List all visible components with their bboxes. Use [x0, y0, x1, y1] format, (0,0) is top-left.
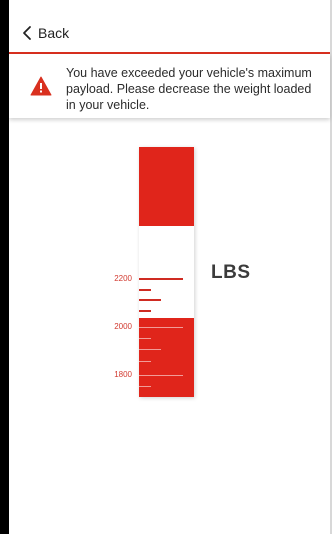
- gauge-tick-medium: [139, 299, 161, 301]
- gauge-tick-minor: [139, 289, 151, 291]
- gauge-tick-minor: [139, 361, 151, 362]
- gauge-over-limit-fill: [139, 147, 194, 226]
- obscured-subtitle: [30, 117, 230, 125]
- payload-gauge: [139, 147, 194, 397]
- gauge-scale-label: 1800: [114, 370, 132, 379]
- gauge-scale-label: 2000: [114, 322, 132, 331]
- gauge-tick-minor: [139, 386, 151, 387]
- gauge-tick-medium: [139, 349, 161, 350]
- gauge-unit-label: LBS: [211, 262, 251, 283]
- gauge-tick-major: [139, 278, 183, 280]
- gauge-tick-major: [139, 327, 183, 328]
- left-edge-bar: [0, 0, 9, 534]
- payload-warning-banner: You have exceeded your vehicle's maximum…: [9, 54, 330, 118]
- navigation-bar: Back: [9, 0, 330, 54]
- gauge-tick-minor: [139, 338, 151, 339]
- gauge-tick-major: [139, 375, 183, 376]
- back-button[interactable]: Back: [21, 20, 69, 46]
- gauge-scale-label: 2200: [114, 274, 132, 283]
- gauge-tick-minor: [139, 310, 151, 312]
- warning-message: You have exceeded your vehicle's maximum…: [66, 66, 312, 112]
- warning-triangle-icon: [30, 76, 52, 96]
- chevron-left-icon: [23, 26, 31, 40]
- back-label: Back: [38, 25, 70, 41]
